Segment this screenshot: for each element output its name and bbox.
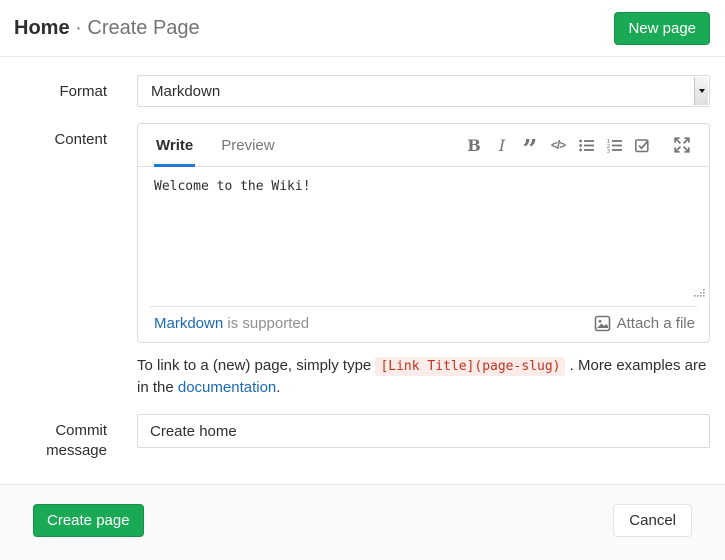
editor-tab-bar: Write Preview B I ” </> 123 — [138, 124, 709, 167]
new-page-button[interactable]: New page — [614, 12, 710, 45]
hint-before-code: To link to a (new) page, simply type — [137, 357, 375, 374]
wiki-page-name: Home — [14, 17, 70, 39]
format-selected-value: Markdown — [151, 83, 220, 100]
format-select[interactable]: Markdown — [137, 75, 710, 107]
content-label: Content — [0, 123, 122, 343]
link-syntax-code: [Link Title](page-slug) — [375, 357, 565, 376]
commit-message-input[interactable] — [137, 414, 710, 448]
bold-icon[interactable]: B — [463, 133, 485, 157]
markdown-supported-note: Markdown is supported — [154, 315, 309, 332]
create-page-button[interactable]: Create page — [33, 504, 144, 537]
page-title: Home · Create Page — [14, 17, 200, 40]
hint-after-link: . — [276, 379, 280, 396]
format-row: Format Markdown — [0, 75, 725, 107]
attach-image-icon — [594, 315, 611, 332]
markdown-help-link[interactable]: Markdown — [154, 315, 223, 332]
tab-write[interactable]: Write — [154, 124, 195, 167]
editor-body: Welcome to the Wiki! — [138, 167, 709, 306]
content-textarea[interactable]: Welcome to the Wiki! — [138, 167, 709, 306]
svg-text:3: 3 — [606, 149, 610, 154]
page-subtitle: Create Page — [87, 17, 199, 39]
format-label: Format — [0, 75, 122, 107]
select-dropdown-arrow-icon — [694, 77, 708, 105]
quote-icon[interactable]: ” — [519, 138, 541, 162]
form-actions: Create page Cancel — [0, 484, 725, 560]
documentation-link[interactable]: documentation — [178, 379, 276, 396]
supported-text: is supported — [227, 315, 309, 332]
cancel-button[interactable]: Cancel — [613, 504, 692, 537]
commit-message-row: Commit message — [0, 414, 725, 461]
link-hint: To link to a (new) page, simply type [Li… — [137, 355, 710, 398]
fullscreen-icon[interactable] — [671, 133, 693, 157]
attach-file-label: Attach a file — [617, 315, 695, 332]
italic-icon[interactable]: I — [491, 133, 513, 157]
task-list-icon[interactable] — [631, 133, 653, 157]
bulleted-list-icon[interactable] — [575, 133, 597, 157]
resize-grip[interactable] — [692, 287, 706, 304]
code-icon[interactable]: </> — [547, 133, 569, 157]
editor-toolbar: B I ” </> 123 — [457, 128, 693, 162]
numbered-list-icon[interactable]: 123 — [603, 133, 625, 157]
attach-file-button[interactable]: Attach a file — [594, 315, 695, 332]
editor-footer: Markdown is supported Attach a file — [150, 306, 697, 342]
page-header: Home · Create Page New page — [0, 0, 725, 57]
title-separator: · — [75, 17, 82, 39]
tab-preview[interactable]: Preview — [219, 124, 276, 167]
markdown-editor: Write Preview B I ” </> 123 — [137, 123, 710, 343]
commit-message-label: Commit message — [0, 414, 122, 461]
content-row: Content Write Preview B I ” </> 123 — [0, 123, 725, 343]
